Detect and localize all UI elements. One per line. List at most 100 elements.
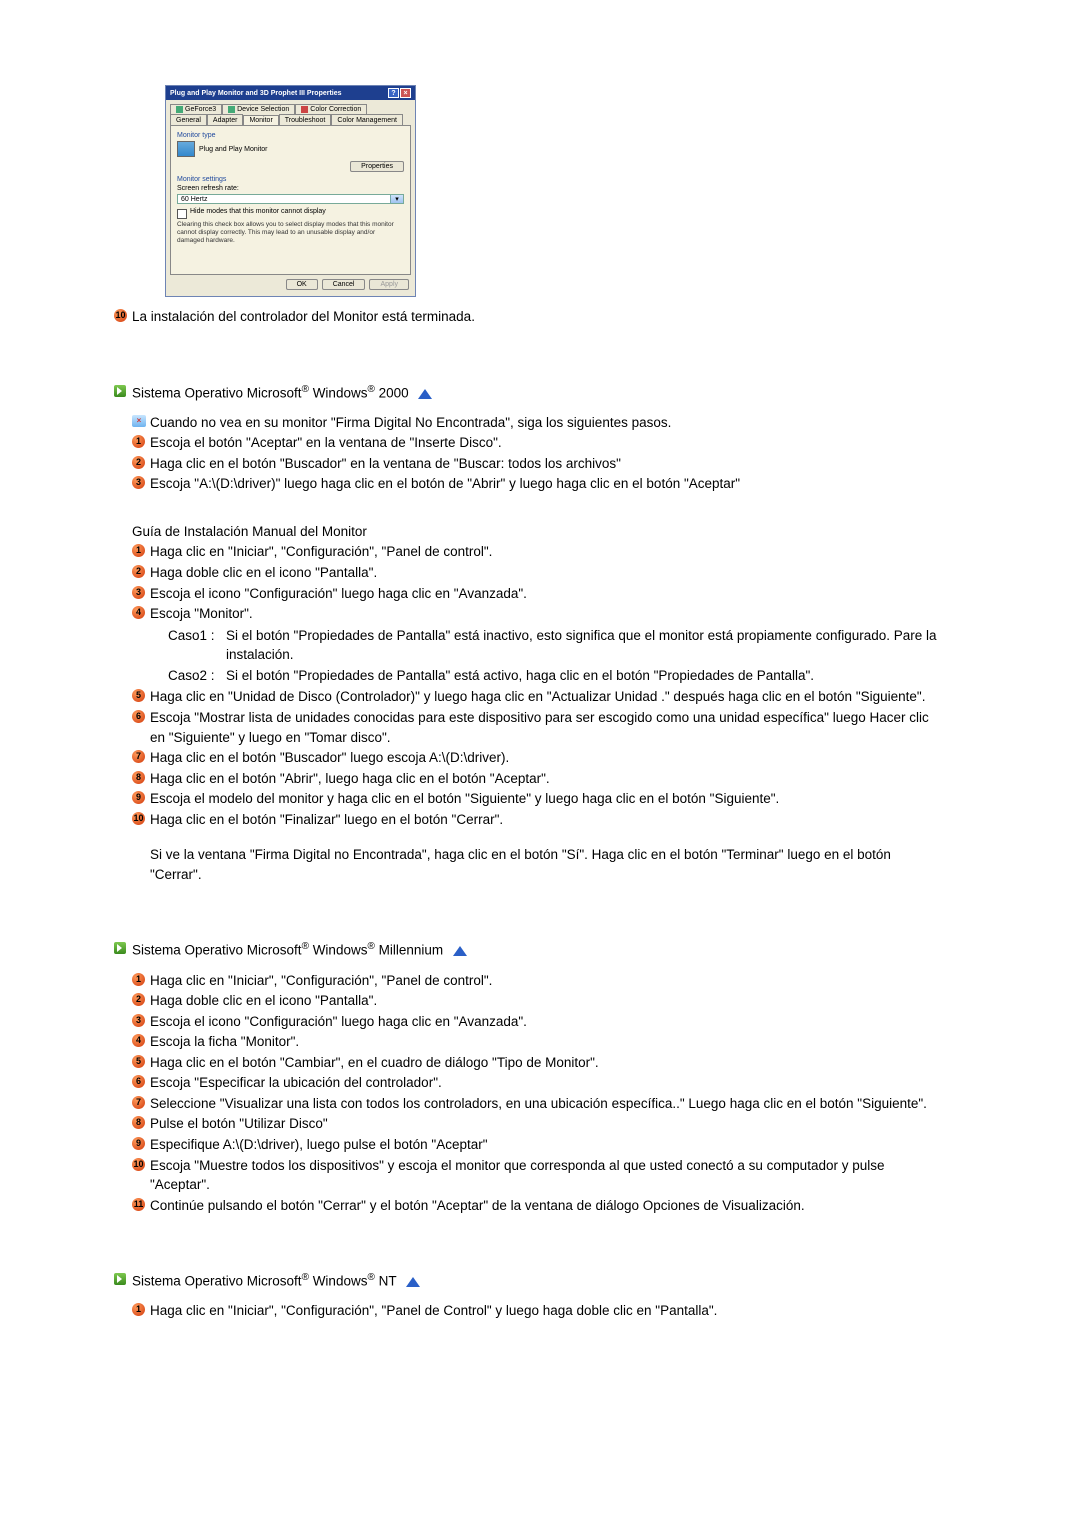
- step-row: 4 Escoja "Monitor".: [132, 604, 944, 624]
- step-text: Haga clic en el botón "Cambiar", en el c…: [150, 1053, 944, 1073]
- cancel-button[interactable]: Cancel: [322, 279, 366, 290]
- step-badge-7-icon: 7: [132, 1096, 145, 1109]
- section-arrow-icon: [114, 942, 126, 954]
- step-text: Haga clic en el botón "Buscador" en la v…: [150, 454, 944, 474]
- step-text: Continúe pulsando el botón "Cerrar" y el…: [150, 1196, 944, 1216]
- step-badge-4-icon: 4: [132, 606, 145, 619]
- nvidia-icon: [228, 106, 235, 113]
- step-badge-1-icon: 1: [132, 435, 145, 448]
- up-triangle-icon[interactable]: [418, 389, 432, 399]
- step-row: 9 Escoja el modelo del monitor y haga cli…: [132, 789, 944, 809]
- caso2: Caso2 : Si el botón "Propiedades de Pant…: [168, 666, 944, 686]
- ok-button[interactable]: OK: [286, 279, 318, 290]
- step-row: 11 Continúe pulsando el botón "Cerrar" y …: [132, 1196, 944, 1216]
- up-triangle-icon[interactable]: [453, 946, 467, 956]
- step-row: 5Haga clic en "Unidad de Disco (Controla…: [132, 687, 944, 707]
- tab-troubleshoot[interactable]: Troubleshoot: [279, 114, 332, 125]
- hide-modes-hint: Clearing this check box allows you to se…: [177, 221, 404, 244]
- hide-modes-label: Hide modes that this monitor cannot disp…: [190, 208, 326, 215]
- step-badge-8-icon: 8: [132, 1116, 145, 1129]
- tab-device-selection[interactable]: Device Selection: [222, 104, 295, 114]
- heading-win2000: Sistema Operativo Microsoft® Windows® 20…: [132, 383, 944, 403]
- step-text: Haga clic en el botón "Buscador" luego e…: [150, 748, 944, 768]
- tab-body: Monitor type Plug and Play Monitor Prope…: [170, 125, 411, 275]
- step-badge-1-icon: 1: [132, 973, 145, 986]
- step-badge-5-icon: 5: [132, 1055, 145, 1068]
- caso1: Caso1 : Si el botón "Propiedades de Pant…: [168, 626, 944, 665]
- step-text: Escoja "Especificar la ubicación del con…: [150, 1073, 944, 1093]
- step-row: 2Haga doble clic en el icono "Pantalla".: [132, 563, 944, 583]
- manual-guide-heading: Guía de Instalación Manual del Monitor: [132, 522, 944, 542]
- tab-adapter[interactable]: Adapter: [207, 114, 244, 125]
- step-badge-10-icon: 10: [132, 1158, 145, 1171]
- step-text: Haga clic en "Iniciar", "Configuración",…: [150, 542, 944, 562]
- step-badge-3-icon: 3: [132, 586, 145, 599]
- tab-geforce3[interactable]: GeForce3: [170, 104, 222, 114]
- step-text: Haga clic en el botón "Abrir", luego hag…: [150, 769, 944, 789]
- step-badge-10-icon: 10: [132, 812, 145, 825]
- heading-winnt: Sistema Operativo Microsoft® Windows® NT: [132, 1271, 944, 1291]
- monitor-settings-label: Monitor settings: [177, 176, 404, 183]
- hide-modes-checkbox[interactable]: [177, 209, 187, 219]
- properties-button[interactable]: Properties: [350, 161, 404, 172]
- step-badge-4-icon: 4: [132, 1034, 145, 1047]
- step-badge-3-icon: 3: [132, 476, 145, 489]
- install-finished-text: La instalación del controlador del Monit…: [132, 307, 944, 327]
- step-text: Escoja "Muestre todos los dispositivos" …: [150, 1156, 944, 1195]
- step-badge-7-icon: 7: [132, 750, 145, 763]
- step-text: Haga clic en "Unidad de Disco (Controlad…: [150, 687, 944, 707]
- apply-button[interactable]: Apply: [369, 279, 409, 290]
- step-row: 10Haga clic en el botón "Finalizar" lueg…: [132, 810, 944, 830]
- step-badge-3-icon: 3: [132, 1014, 145, 1027]
- step-badge-1-icon: 1: [132, 1303, 145, 1316]
- step-text: Escoja el modelo del monitor y haga clic…: [150, 789, 944, 809]
- step-badge-2-icon: 2: [132, 565, 145, 578]
- step-row: 10 Escoja "Muestre todos los dispositivos…: [132, 1156, 944, 1195]
- step-row: 1 Haga clic en "Iniciar", "Configuración"…: [132, 1301, 944, 1321]
- refresh-rate-select[interactable]: 60 Hertz ▾: [177, 194, 404, 204]
- step-text: Haga clic en "Iniciar", "Configuración",…: [150, 1301, 944, 1321]
- step-text: Especifique A:\(D:\driver), luego pulse …: [150, 1135, 944, 1155]
- step-text: Pulse el botón "Utilizar Disco": [150, 1114, 944, 1134]
- step-badge-6-icon: 6: [132, 1075, 145, 1088]
- refresh-rate-value: 60 Hertz: [181, 196, 207, 203]
- step-text: Escoja el botón "Aceptar" en la ventana …: [150, 433, 944, 453]
- step-text: Escoja el icono "Configuración" luego ha…: [150, 1012, 944, 1032]
- monitor-icon: [177, 141, 195, 157]
- up-triangle-icon[interactable]: [406, 1277, 420, 1287]
- step-row: 3 Escoja el icono "Configuración" luego h…: [132, 584, 944, 604]
- step-badge-2-icon: 2: [132, 993, 145, 1006]
- properties-dialog: Plug and Play Monitor and 3D Prophet III…: [165, 85, 416, 297]
- step-badge-11-icon: 11: [132, 1198, 145, 1211]
- tab-color-correction[interactable]: Color Correction: [295, 104, 367, 114]
- step-text: Escoja "A:\(D:\driver)" luego haga clic …: [150, 474, 944, 494]
- caso2-label: Caso2 :: [168, 666, 226, 686]
- step-row: 6Escoja "Mostrar lista de unidades conoc…: [132, 708, 944, 747]
- tab-general[interactable]: General: [170, 114, 207, 125]
- dialog-screenshot: Plug and Play Monitor and 3D Prophet III…: [165, 85, 416, 297]
- step-badge-1-icon: 1: [132, 544, 145, 557]
- close-icon[interactable]: ×: [400, 88, 411, 98]
- step-row: 3 Escoja el icono "Configuración" luego h…: [132, 1012, 944, 1032]
- step-badge-8-icon: 8: [132, 771, 145, 784]
- step-text: Escoja el icono "Configuración" luego ha…: [150, 584, 944, 604]
- step-row: 1Haga clic en "Iniciar", "Configuración"…: [132, 971, 944, 991]
- step-badge-2-icon: 2: [132, 456, 145, 469]
- help-icon[interactable]: ?: [388, 88, 399, 98]
- caso1-label: Caso1 :: [168, 626, 226, 665]
- step-row: 7Seleccione "Visualizar una lista con to…: [132, 1094, 944, 1114]
- info-icon: ×: [132, 415, 146, 427]
- step-text: Escoja "Monitor".: [150, 604, 944, 624]
- dialog-titlebar: Plug and Play Monitor and 3D Prophet III…: [166, 86, 415, 100]
- step-row: 6 Escoja "Especificar la ubicación del co…: [132, 1073, 944, 1093]
- step-badge-6-icon: 6: [132, 710, 145, 723]
- step-row: 2 Haga clic en el botón "Buscador" en la …: [132, 454, 944, 474]
- monitor-type-label: Monitor type: [177, 132, 404, 139]
- heading-winme: Sistema Operativo Microsoft® Windows® Mi…: [132, 940, 944, 960]
- step-badge-9-icon: 9: [132, 791, 145, 804]
- step-row: 1 Haga clic en "Iniciar", "Configuración"…: [132, 542, 944, 562]
- document-content: 10 La instalación del controlador del Mo…: [114, 307, 944, 1321]
- tabs: GeForce3 Device Selection Color Correcti…: [166, 100, 415, 275]
- chevron-down-icon: ▾: [390, 195, 403, 203]
- tab-color-management[interactable]: Color Management: [331, 114, 403, 125]
